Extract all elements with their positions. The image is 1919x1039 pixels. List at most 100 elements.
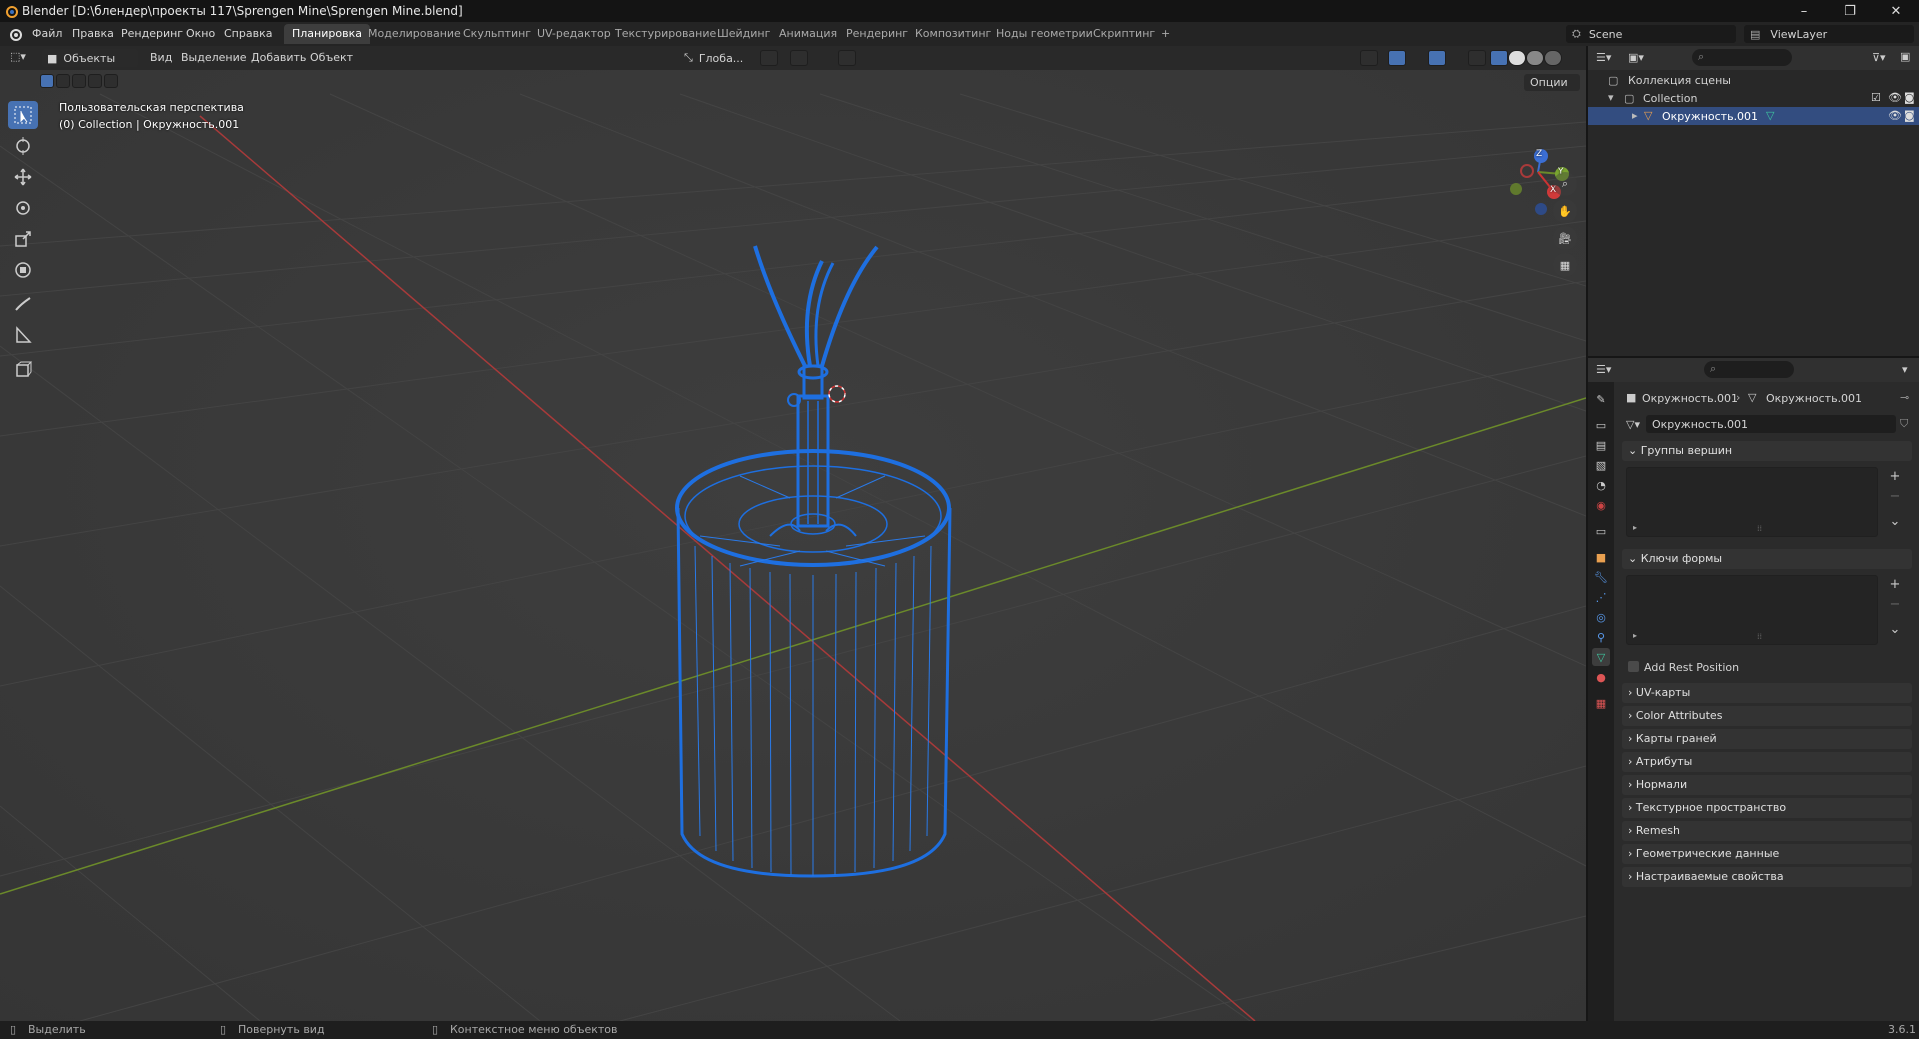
resize-grip-icon[interactable]: ⁞⁞	[1757, 632, 1762, 641]
grid-view-icon[interactable]: ▦	[1553, 253, 1577, 277]
mesh-name-field[interactable]: Окружность.001	[1646, 415, 1896, 433]
tab-texturing[interactable]: Текстурирование	[607, 24, 724, 44]
minimize-button[interactable]: –	[1781, 0, 1827, 22]
transform-tool[interactable]	[8, 256, 38, 284]
vertex-group-specials-button[interactable]: ⌄	[1886, 512, 1904, 530]
tab-scripting[interactable]: Скриптинг	[1085, 24, 1163, 44]
shape-keys-list[interactable]: ▸ ⁞⁞	[1626, 575, 1878, 645]
remove-vertex-group-button[interactable]: −	[1886, 487, 1904, 505]
add-rest-position-checkbox[interactable]	[1628, 661, 1639, 672]
properties-editor-icon[interactable]: ☰▾	[1596, 363, 1611, 376]
resize-grip-icon[interactable]: ⁞⁞	[1757, 524, 1762, 533]
solid-shading-button[interactable]	[1508, 50, 1526, 66]
add-workspace-button[interactable]: +	[1153, 24, 1178, 44]
visibility-button[interactable]	[1360, 50, 1378, 66]
particles-tab-icon[interactable]: ⋰	[1592, 588, 1610, 606]
texture-tab-icon[interactable]: ▦	[1592, 694, 1610, 712]
cursor-tool[interactable]	[8, 132, 38, 160]
snap-button[interactable]	[790, 50, 808, 66]
normals-panel[interactable]: › Нормали	[1622, 775, 1912, 795]
wireframe-shading-button[interactable]	[1490, 50, 1508, 66]
menu-file[interactable]: Файл	[32, 27, 62, 40]
menu-help[interactable]: Справка	[224, 27, 272, 40]
rotate-tool[interactable]	[8, 194, 38, 222]
face-maps-panel[interactable]: › Карты граней	[1622, 729, 1912, 749]
pan-hand-icon[interactable]: ✋	[1553, 199, 1577, 223]
editor-type-button[interactable]: ⬚▾	[10, 50, 26, 63]
render-tab-icon[interactable]: ▭	[1592, 416, 1610, 434]
expand-list-icon[interactable]: ▸	[1633, 631, 1637, 640]
breadcrumb-data[interactable]: Окружность.001	[1766, 392, 1862, 405]
tab-modeling[interactable]: Моделирование	[360, 24, 469, 44]
scene-selector[interactable]: ⛭ Scene	[1566, 25, 1736, 43]
select-mode-intersect[interactable]	[104, 74, 118, 88]
mesh-data-tab-icon[interactable]: ▽	[1592, 648, 1610, 666]
menu-edit[interactable]: Правка	[72, 27, 114, 40]
add-vertex-group-button[interactable]: +	[1886, 467, 1904, 485]
select-box-tool[interactable]	[8, 101, 38, 129]
menu-window[interactable]: Окно	[186, 27, 215, 40]
annotate-tool[interactable]	[8, 290, 38, 318]
maximize-button[interactable]: ❐	[1827, 0, 1873, 22]
tab-sculpting[interactable]: Скульптинг	[455, 24, 539, 44]
tab-compositing[interactable]: Композитинг	[907, 24, 999, 44]
eye-icon[interactable]: 👁︎	[1888, 91, 1902, 104]
tab-geometry-nodes[interactable]: Ноды геометрии	[988, 24, 1101, 44]
uv-maps-panel[interactable]: › UV-карты	[1622, 683, 1912, 703]
outliner-row-object[interactable]: ▸ ▽ Окружность.001 ▽ 👁︎ ◙	[1588, 107, 1919, 125]
tab-rendering[interactable]: Рендеринг	[838, 24, 916, 44]
outliner-editor-icon[interactable]: ☰▾	[1596, 51, 1611, 64]
pin-icon[interactable]: ⊸	[1900, 391, 1909, 404]
exclude-checkbox-icon[interactable]: ☑	[1871, 91, 1881, 104]
remove-shape-key-button[interactable]: −	[1886, 595, 1904, 613]
scale-tool[interactable]	[8, 225, 38, 253]
select-mode-extend[interactable]	[56, 74, 70, 88]
tool-tab-icon[interactable]: ✎	[1592, 390, 1610, 408]
camera-render-icon[interactable]: ◙	[1904, 109, 1915, 122]
custom-properties-panel[interactable]: › Настраиваемые свойства	[1622, 867, 1912, 887]
world-tab-icon[interactable]: ◉	[1592, 496, 1610, 514]
constraints-tab-icon[interactable]: ⚲	[1592, 628, 1610, 646]
material-shading-button[interactable]	[1526, 50, 1544, 66]
new-collection-icon[interactable]: ▣	[1900, 50, 1910, 63]
zoom-icon[interactable]: ⌕	[1553, 172, 1577, 196]
properties-search-input[interactable]: ⌕	[1704, 361, 1794, 378]
display-mode-icon[interactable]: ▣▾	[1628, 51, 1644, 64]
outliner-row-collection[interactable]: ▾ ▢ Collection ☑ 👁︎ ◙	[1588, 89, 1919, 107]
chevron-down-icon[interactable]: ▾	[1902, 363, 1908, 376]
vertex-groups-list[interactable]: ▸ ⁞⁞	[1626, 467, 1878, 537]
menu-object[interactable]: Объект	[310, 51, 353, 64]
mode-selector[interactable]: ■ Объекты	[42, 49, 138, 67]
mesh-data-icon[interactable]: ▽	[1766, 109, 1774, 122]
outliner-search-input[interactable]: ⌕	[1692, 49, 1792, 66]
camera-icon[interactable]: 🎥︎	[1553, 226, 1577, 250]
eye-icon[interactable]: 👁︎	[1888, 109, 1902, 122]
menu-view[interactable]: Вид	[150, 51, 172, 64]
scene-tab-icon[interactable]: ◔	[1592, 476, 1610, 494]
menu-render[interactable]: Рендеринг	[121, 27, 183, 40]
outliner-row-scene-collection[interactable]: ▢ Коллекция сцены	[1588, 71, 1919, 89]
measure-tool[interactable]	[8, 321, 38, 349]
move-tool[interactable]	[8, 163, 38, 191]
gizmo-toggle[interactable]	[1388, 50, 1406, 66]
view-layer-tab-icon[interactable]: ▧	[1592, 456, 1610, 474]
color-attributes-panel[interactable]: › Color Attributes	[1622, 706, 1912, 726]
select-mode-subtract[interactable]	[72, 74, 86, 88]
texture-space-panel[interactable]: › Текстурное пространство	[1622, 798, 1912, 818]
tab-shading[interactable]: Шейдинг	[709, 24, 778, 44]
xray-toggle[interactable]	[1468, 50, 1486, 66]
remesh-panel[interactable]: › Remesh	[1622, 821, 1912, 841]
mesh-selector-icon[interactable]: ▽▾	[1626, 418, 1640, 431]
attributes-panel[interactable]: › Атрибуты	[1622, 752, 1912, 772]
select-mode-invert[interactable]	[88, 74, 102, 88]
fake-user-shield-icon[interactable]: ⛉	[1900, 417, 1908, 431]
view-layer-selector[interactable]: ▤ ViewLayer	[1744, 25, 1914, 43]
vertex-groups-panel-header[interactable]: ⌄ Группы вершин	[1622, 441, 1912, 461]
object-tab-icon[interactable]: ■	[1592, 548, 1610, 566]
overlay-toggle[interactable]	[1428, 50, 1446, 66]
expand-list-icon[interactable]: ▸	[1633, 523, 1637, 532]
transform-orientation[interactable]: ⤡ Глоба...	[684, 49, 752, 67]
collection-tab-icon[interactable]: ▭	[1592, 522, 1610, 540]
shape-keys-panel-header[interactable]: ⌄ Ключи формы	[1622, 549, 1912, 569]
expand-chevron-right-icon[interactable]: ▸	[1632, 109, 1638, 122]
